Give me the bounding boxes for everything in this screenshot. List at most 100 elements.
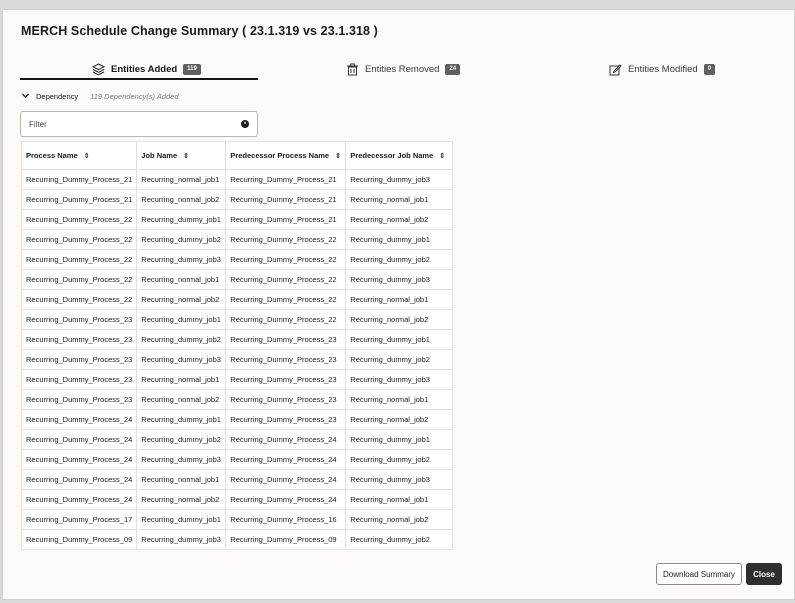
table-cell: Recurring_Dummy_Process_22 [20,269,138,290]
clear-icon[interactable]: × [241,120,249,128]
sort-icon[interactable]: ⇕ [84,152,90,160]
table-cell: Recurring_Dummy_Process_24 [225,489,347,510]
table-row[interactable]: Recurring_Dummy_Process_23 Recurring_dumm… [20,349,454,370]
table-cell: Recurring_dummy_job2 [345,249,454,270]
sort-icon[interactable]: ⇕ [439,152,445,160]
table-cell: Recurring_Dummy_Process_22 [225,289,347,310]
tab-entities-modified[interactable]: Entities Modified 0 [609,58,716,80]
table-cell: Recurring_Dummy_Process_21 [20,169,138,190]
table-cell: Recurring_dummy_job2 [136,429,227,450]
table-cell: Recurring_normal_job1 [345,289,454,310]
table-cell: Recurring_dummy_job2 [136,329,227,350]
table-row[interactable]: Recurring_Dummy_Process_22 Recurring_dumm… [20,249,454,270]
dialog-title: MERCH Schedule Change Summary ( 23.1.319… [21,24,378,38]
table-cell: Recurring_dummy_job1 [136,209,227,230]
table-cell: Recurring_normal_job2 [136,189,227,210]
table-cell: Recurring_Dummy_Process_23 [225,349,347,370]
count-badge: 119 [183,63,201,75]
tab-label: Entities Modified [628,63,698,75]
table-cell: Recurring_Dummy_Process_24 [225,449,347,470]
table-body: Recurring_Dummy_Process_21 Recurring_norm… [20,169,454,550]
table-cell: Recurring_Dummy_Process_24 [20,449,138,470]
table-row[interactable]: Recurring_Dummy_Process_23 Recurring_norm… [20,369,454,390]
table-cell: Recurring_Dummy_Process_21 [225,189,347,210]
table-cell: Recurring_Dummy_Process_09 [20,529,138,550]
layers-icon [91,62,106,76]
table-row[interactable]: Recurring_Dummy_Process_23 Recurring_norm… [20,389,454,410]
table-cell: Recurring_Dummy_Process_17 [20,509,138,530]
close-button[interactable]: Close [746,563,782,585]
table-cell: Recurring_dummy_job1 [136,409,227,430]
table-cell: Recurring_dummy_job2 [136,229,227,250]
table-cell: Recurring_Dummy_Process_21 [225,209,347,230]
table-cell: Recurring_Dummy_Process_24 [20,489,138,510]
table-cell: Recurring_normal_job2 [345,509,454,530]
chevron-down-icon [21,91,30,102]
table-row[interactable]: Recurring_Dummy_Process_09 Recurring_dumm… [20,529,454,550]
table-row[interactable]: Recurring_Dummy_Process_22 Recurring_norm… [20,269,454,290]
table-cell: Recurring_dummy_job3 [345,369,454,390]
table-row[interactable]: Recurring_Dummy_Process_23 Recurring_dumm… [20,309,454,330]
table-cell: Recurring_Dummy_Process_22 [225,249,347,270]
table-row[interactable]: Recurring_Dummy_Process_24 Recurring_dumm… [20,449,454,470]
table-cell: Recurring_dummy_job3 [136,449,227,470]
table-cell: Recurring_Dummy_Process_23 [20,389,138,410]
tab-entities-added[interactable]: Entities Added 119 [91,58,201,80]
table-cell: Recurring_dummy_job1 [136,309,227,330]
table-row[interactable]: Recurring_Dummy_Process_24 Recurring_dumm… [20,409,454,430]
column-header-process-name[interactable]: Process Name ⇕ [20,141,138,170]
sort-icon[interactable]: ⇕ [183,152,189,160]
table-cell: Recurring_Dummy_Process_22 [20,289,138,310]
table-cell: Recurring_Dummy_Process_21 [225,169,347,190]
table-cell: Recurring_Dummy_Process_22 [20,229,138,250]
table-cell: Recurring_Dummy_Process_22 [225,269,347,290]
table-cell: Recurring_Dummy_Process_21 [20,189,138,210]
filter-input[interactable]: Filter × [20,111,258,137]
table-cell: Recurring_dummy_job3 [136,249,227,270]
table-cell: Recurring_Dummy_Process_16 [225,509,347,530]
table-cell: Recurring_normal_job1 [136,269,227,290]
table-cell: Recurring_Dummy_Process_23 [225,369,347,390]
table-cell: Recurring_Dummy_Process_23 [225,409,347,430]
table-cell: Recurring_Dummy_Process_22 [20,249,138,270]
table-row[interactable]: Recurring_Dummy_Process_17 Recurring_dumm… [20,509,454,530]
table-cell: Recurring_normal_job1 [136,169,227,190]
sort-icon[interactable]: ⇕ [335,152,341,160]
table-row[interactable]: Recurring_Dummy_Process_24 Recurring_norm… [20,489,454,510]
table-cell: Recurring_dummy_job1 [136,509,227,530]
table-row[interactable]: Recurring_Dummy_Process_22 Recurring_dumm… [20,209,454,230]
table-cell: Recurring_normal_job1 [345,489,454,510]
table-cell: Recurring_normal_job1 [136,369,227,390]
table-row[interactable]: Recurring_Dummy_Process_21 Recurring_norm… [20,169,454,190]
table-cell: Recurring_normal_job2 [345,409,454,430]
table-row[interactable]: Recurring_Dummy_Process_24 Recurring_dumm… [20,429,454,450]
table-cell: Recurring_dummy_job2 [345,349,454,370]
section-label: Dependency [36,92,79,101]
table-header-row: Process Name ⇕ Job Name ⇕ Predecessor Proc… [20,141,454,170]
table-row[interactable]: Recurring_Dummy_Process_24 Recurring_norm… [20,469,454,490]
table-cell: Recurring_Dummy_Process_23 [225,329,347,350]
column-header-predecessor-job-name[interactable]: Predecessor Job Name ⇕ [345,141,454,170]
table-cell: Recurring_dummy_job3 [345,169,454,190]
table-cell: Recurring_dummy_job1 [345,429,454,450]
active-tab-indicator [20,78,258,80]
dependency-section-toggle[interactable]: Dependency 119 Dependency(s) Added [21,91,179,102]
table-cell: Recurring_dummy_job3 [136,529,227,550]
table-row[interactable]: Recurring_Dummy_Process_23 Recurring_dumm… [20,329,454,350]
table-cell: Recurring_dummy_job1 [345,329,454,350]
column-header-predecessor-process-name[interactable]: Predecessor Process Name ⇕ [225,141,347,170]
table-cell: Recurring_normal_job2 [345,209,454,230]
section-count: 119 Dependency(s) Added [90,92,179,101]
table-row[interactable]: Recurring_Dummy_Process_21 Recurring_norm… [20,189,454,210]
table-cell: Recurring_Dummy_Process_24 [20,429,138,450]
table-cell: Recurring_Dummy_Process_22 [225,229,347,250]
table-row[interactable]: Recurring_Dummy_Process_22 Recurring_norm… [20,289,454,310]
table-cell: Recurring_normal_job1 [345,189,454,210]
table-cell: Recurring_normal_job2 [136,389,227,410]
table-row[interactable]: Recurring_Dummy_Process_22 Recurring_dumm… [20,229,454,250]
tab-entities-removed[interactable]: Entities Removed 24 [346,58,461,80]
column-header-job-name[interactable]: Job Name ⇕ [136,141,227,170]
table-cell: Recurring_Dummy_Process_22 [20,209,138,230]
download-summary-button[interactable]: Download Summary [656,563,742,585]
tab-label: Entities Added [111,63,178,75]
